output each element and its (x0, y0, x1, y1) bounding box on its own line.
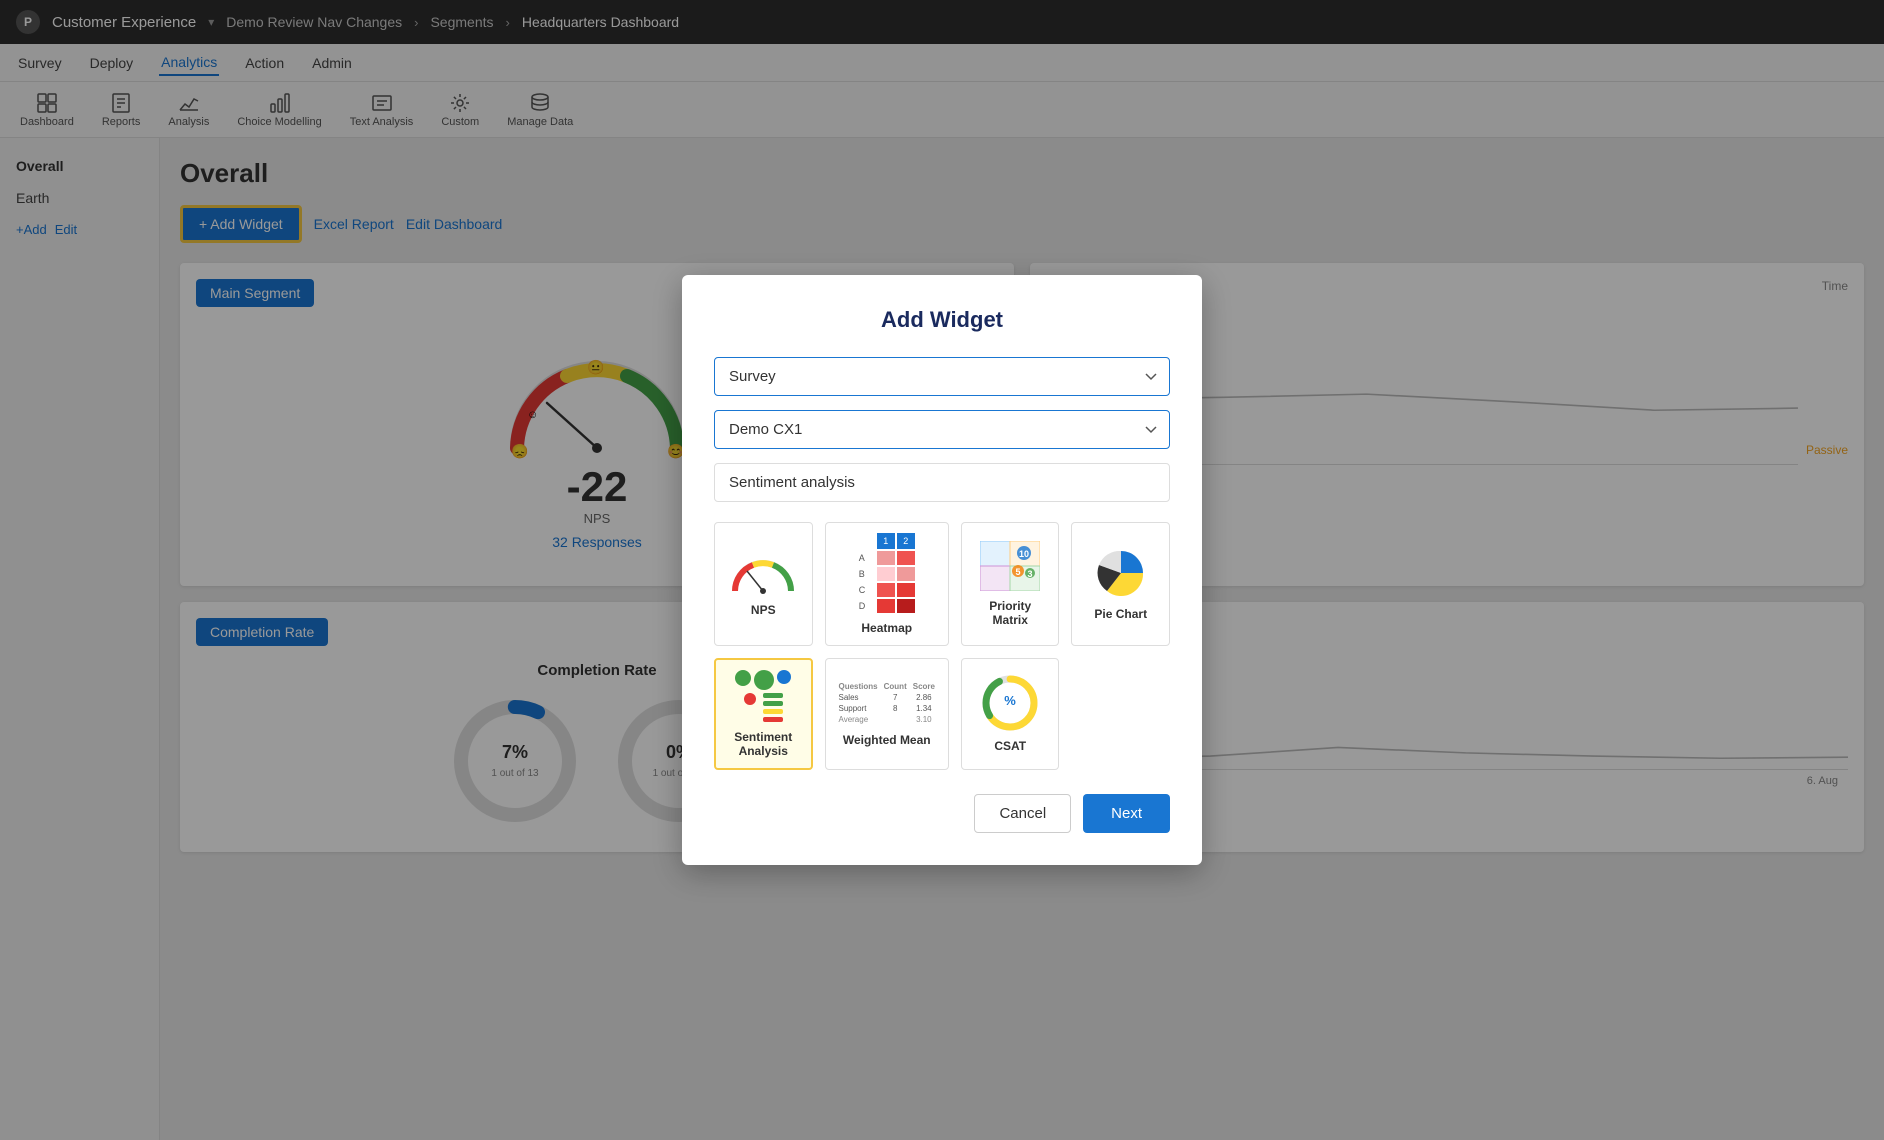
svg-text:3: 3 (1028, 569, 1033, 579)
cancel-button[interactable]: Cancel (974, 794, 1071, 833)
widget-option-sentiment[interactable]: Sentiment Analysis (714, 658, 813, 770)
survey-dropdown[interactable]: Survey (714, 357, 1170, 396)
nps-option-label: NPS (751, 603, 776, 617)
next-button[interactable]: Next (1083, 794, 1170, 833)
widget-option-pie-chart[interactable]: Pie Chart (1071, 522, 1170, 646)
demo-dropdown[interactable]: Demo CX1 (714, 410, 1170, 449)
csat-preview: % (982, 675, 1038, 731)
weighted-mean-preview: QuestionsCountScore Sales72.86 Support81… (836, 681, 938, 725)
nps-preview-icon (731, 551, 795, 595)
widget-option-priority-matrix[interactable]: 10 5 3 Priority Matrix (961, 522, 1060, 646)
heatmap-preview: 12 A B C D (859, 533, 915, 613)
pie-chart-option-label: Pie Chart (1094, 607, 1147, 621)
heatmap-option-label: Heatmap (861, 621, 912, 635)
csat-option-label: CSAT (994, 739, 1026, 753)
sentiment-preview (733, 670, 793, 722)
widget-option-nps[interactable]: NPS (714, 522, 813, 646)
modal-actions: Cancel Next (714, 794, 1170, 833)
widget-option-weighted-mean[interactable]: QuestionsCountScore Sales72.86 Support81… (825, 658, 949, 770)
priority-matrix-option-label: Priority Matrix (972, 599, 1049, 627)
svg-text:%: % (1004, 693, 1016, 708)
modal-title: Add Widget (714, 307, 1170, 333)
modal-overlay[interactable]: Add Widget Survey Demo CX1 NPS (0, 0, 1884, 1140)
svg-text:5: 5 (1016, 567, 1021, 577)
widget-option-csat[interactable]: % CSAT (961, 658, 1060, 770)
pie-chart-preview (1095, 547, 1147, 599)
widget-name-input[interactable] (714, 463, 1170, 502)
sentiment-option-label: Sentiment Analysis (726, 730, 801, 758)
widget-option-heatmap[interactable]: 12 A B C D Heatmap (825, 522, 949, 646)
weighted-mean-option-label: Weighted Mean (843, 733, 931, 747)
svg-text:10: 10 (1019, 549, 1029, 559)
widget-type-grid: NPS 12 A B C D Heatmap (714, 522, 1170, 770)
priority-matrix-preview: 10 5 3 (980, 541, 1040, 591)
add-widget-modal: Add Widget Survey Demo CX1 NPS (682, 275, 1202, 865)
